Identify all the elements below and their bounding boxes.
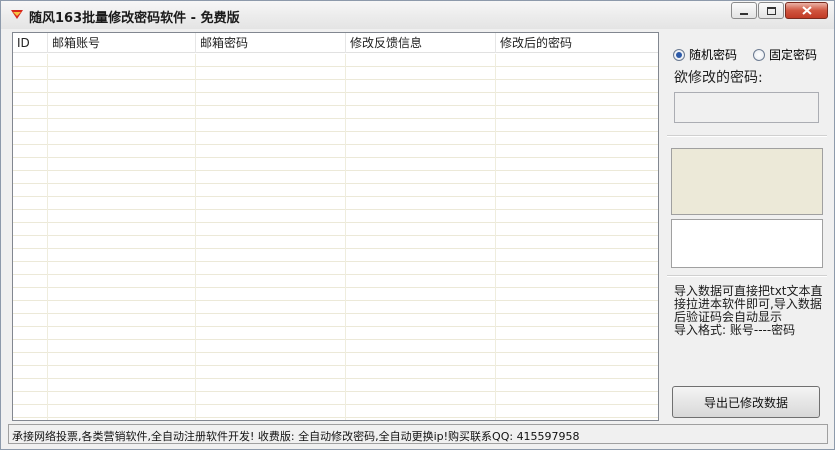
close-icon	[801, 6, 812, 15]
panel-divider	[667, 275, 827, 277]
maximize-button[interactable]	[758, 2, 784, 19]
radio-selected-dot	[676, 51, 682, 58]
import-instructions: 导入数据可直接把txt文本直接拉进本软件即可,导入数据后验证码会自动显示 导入格…	[674, 284, 823, 337]
status-bar: 承接网络投票,各类营销软件,全自动注册软件开发! 收费版: 全自动修改密码,全自…	[8, 424, 828, 444]
export-button[interactable]: 导出已修改数据	[672, 386, 820, 418]
column-divider	[47, 54, 48, 420]
column-divider	[495, 54, 496, 420]
new-password-label: 欲修改的密码:	[674, 70, 763, 86]
account-table[interactable]: ID 邮箱账号 邮箱密码 修改反馈信息 修改后的密码	[12, 32, 659, 421]
column-header-feedback[interactable]: 修改反馈信息	[346, 33, 496, 53]
maximize-icon	[766, 6, 776, 15]
caption-buttons	[731, 2, 828, 19]
fixed-password-radio[interactable]	[753, 48, 766, 61]
password-mode-options: 随机密码 固定密码	[673, 46, 833, 63]
table-body[interactable]	[13, 54, 658, 420]
captcha-image	[671, 148, 823, 215]
app-window: 随风163批量修改密码软件 - 免费版 ID 邮箱账号 邮箱密码 修改反馈信息 …	[0, 0, 835, 450]
captcha-input[interactable]	[671, 219, 823, 268]
random-password-radio[interactable]	[673, 48, 685, 61]
title-bar[interactable]: 随风163批量修改密码软件 - 免费版	[1, 1, 834, 29]
column-header-new-password[interactable]: 修改后的密码	[496, 33, 658, 53]
app-logo-icon	[11, 10, 23, 19]
table-header: ID 邮箱账号 邮箱密码 修改反馈信息 修改后的密码	[13, 33, 658, 53]
column-divider	[345, 54, 346, 420]
column-header-id[interactable]: ID	[13, 33, 48, 53]
new-password-input[interactable]	[674, 92, 819, 123]
column-divider	[195, 54, 196, 420]
close-button[interactable]	[785, 2, 828, 19]
minimize-button[interactable]	[731, 2, 757, 19]
minimize-icon	[740, 12, 748, 15]
status-text: 承接网络投票,各类营销软件,全自动注册软件开发! 收费版: 全自动修改密码,全自…	[12, 430, 580, 443]
column-header-email[interactable]: 邮箱账号	[48, 33, 196, 53]
fixed-password-label[interactable]: 固定密码	[769, 46, 817, 63]
window-title: 随风163批量修改密码软件 - 免费版	[29, 11, 240, 26]
random-password-label[interactable]: 随机密码	[689, 46, 737, 63]
column-header-email-password[interactable]: 邮箱密码	[196, 33, 346, 53]
panel-divider	[667, 135, 827, 137]
